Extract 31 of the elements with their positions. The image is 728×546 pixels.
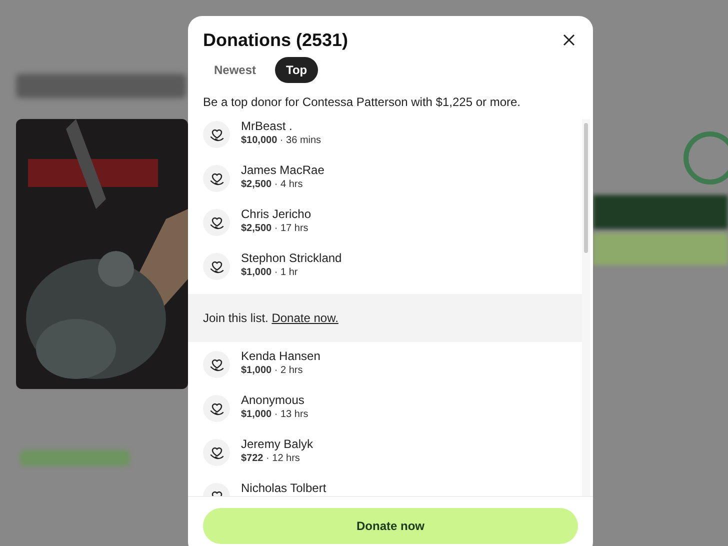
progress-ring-icon (682, 130, 728, 186)
donor-name: Chris Jericho (241, 207, 312, 222)
heart-hand-icon (208, 126, 224, 142)
donate-link[interactable]: Donate now. (272, 311, 338, 325)
join-message: Join this list. Donate now. (203, 310, 338, 327)
dialog-title: Donations (2531) (203, 29, 348, 52)
close-icon (563, 34, 575, 46)
donor-name: Nicholas Tolbert (241, 481, 326, 496)
donation-info: $1,000 · 2 hrs (241, 364, 304, 378)
donor-name: Stephon Strickland (241, 251, 342, 266)
donation-info: $1,000 · 1 hr (241, 266, 299, 280)
heart-hand-icon (208, 356, 224, 372)
donor-name: MrBeast . (241, 119, 294, 134)
heart-hand-icon (208, 444, 224, 460)
donation-info: $10,000 · 36 mins (241, 134, 322, 148)
donation-info: $722 · 12 hrs (241, 452, 301, 466)
heart-hand-icon (208, 170, 224, 186)
donor-name: Kenda Hansen (241, 349, 320, 364)
donor-name: James MacRae (241, 163, 324, 178)
donate-now-button[interactable]: Donate now (203, 508, 578, 544)
donor-name: Jeremy Balyk (241, 437, 314, 452)
heart-hand-icon (208, 258, 224, 274)
heart-hand-icon (208, 400, 224, 416)
donation-info: $2,500 · 17 hrs (241, 222, 310, 236)
donation-info: $1,000 · 13 hrs (241, 408, 308, 422)
donation-info: $2,500 · 4 hrs (241, 178, 304, 192)
filter-tab[interactable]: Top (275, 57, 318, 83)
filter-tab[interactable]: Newest (203, 57, 268, 83)
top-donor-message: Be a top donor for Contessa Patterson with $1,225 or more. (202, 94, 522, 110)
heart-hand-icon (208, 214, 224, 230)
donor-name: Anonymous (241, 393, 306, 408)
